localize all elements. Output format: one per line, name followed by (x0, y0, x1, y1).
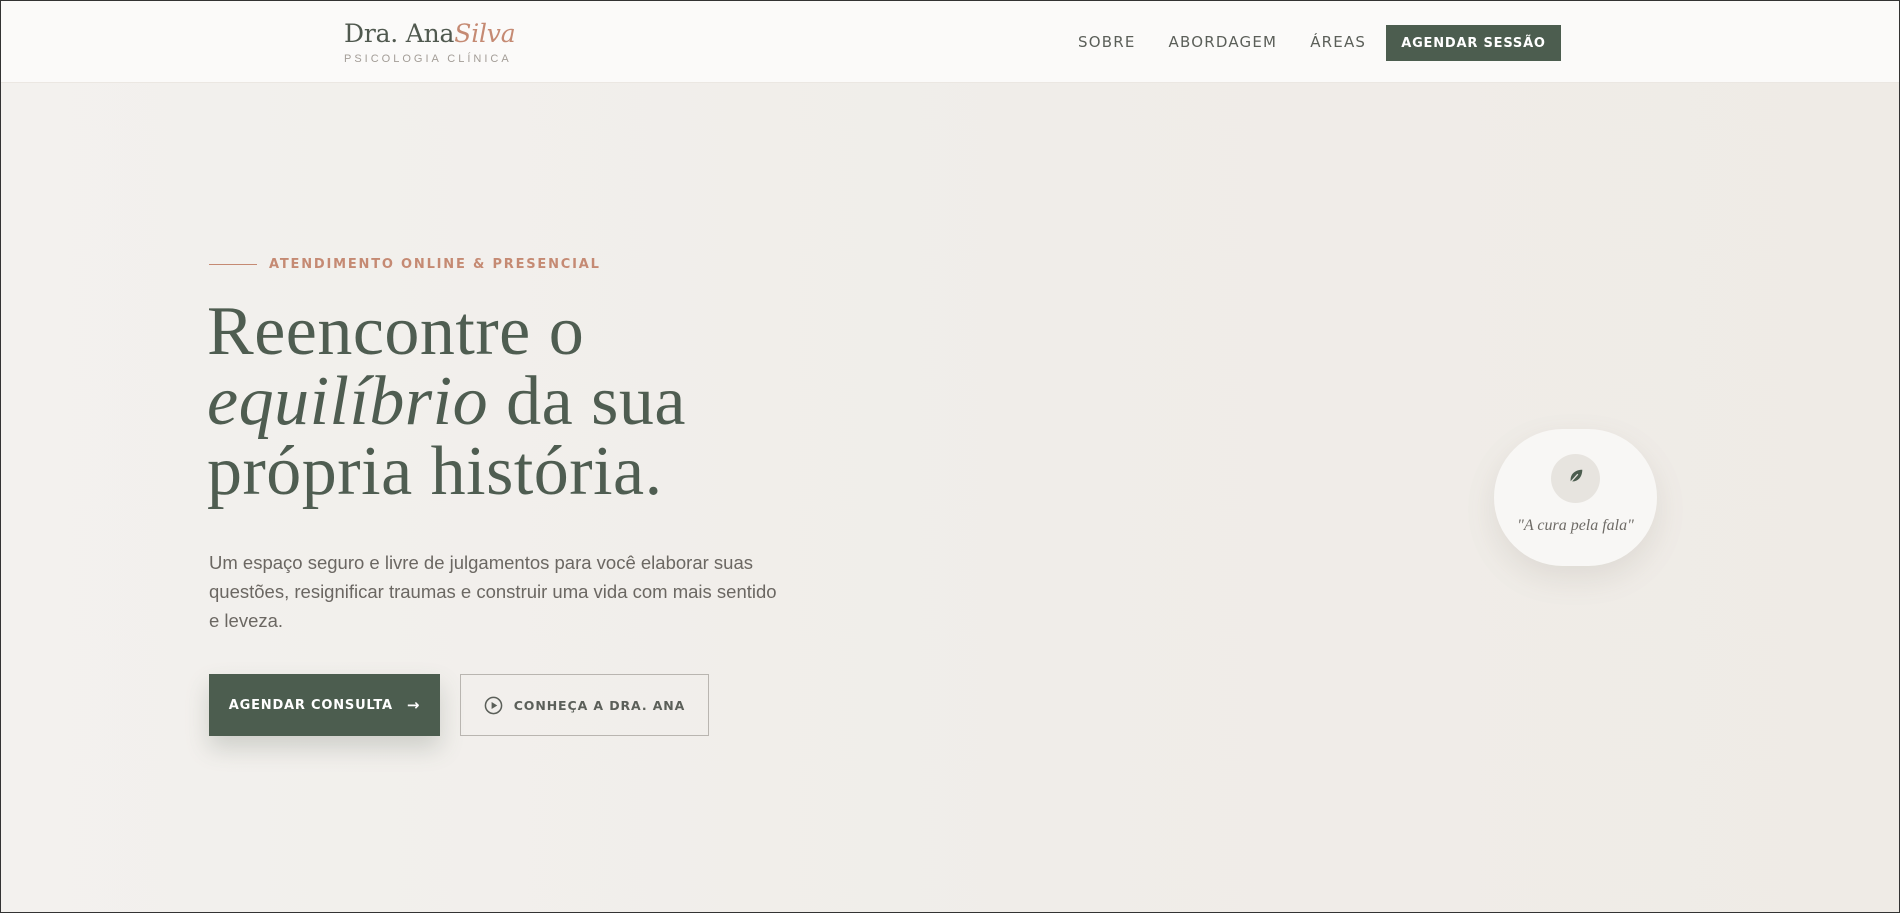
play-circle-icon (484, 696, 503, 715)
leaf-icon-container (1551, 454, 1600, 503)
meet-dra-ana-label: CONHEÇA A DRA. ANA (513, 697, 686, 713)
headline-line-1: Reencontre o (207, 293, 585, 370)
quote-badge: "A cura pela fala" (1494, 429, 1657, 566)
nav-link-areas[interactable]: ÁREAS (1310, 33, 1366, 51)
book-consultation-button[interactable]: AGENDAR CONSULTA → (209, 674, 440, 736)
nav-link-abordagem[interactable]: ABORDAGEM (1169, 33, 1278, 51)
eyebrow-divider (209, 264, 257, 265)
brand-logo[interactable]: Dra. AnaSilva PSICOLOGIA CLÍNICA (344, 19, 516, 65)
brand-name-accent: Silva (454, 19, 516, 48)
nav-links: SOBRE ABORDAGEM ÁREAS (1078, 1, 1399, 83)
top-navbar: Dra. AnaSilva PSICOLOGIA CLÍNICA SOBRE A… (1, 1, 1899, 83)
page: Dra. AnaSilva PSICOLOGIA CLÍNICA SOBRE A… (0, 0, 1900, 913)
book-consultation-label: AGENDAR CONSULTA (228, 697, 393, 713)
hero-eyebrow: ATENDIMENTO ONLINE & PRESENCIAL (209, 257, 601, 272)
hero-description: Um espaço seguro e livre de julgamentos … (209, 552, 777, 631)
brand-name-regular: Dra. Ana (344, 19, 455, 48)
schedule-session-button[interactable]: AGENDAR SESSÃO (1386, 25, 1561, 61)
headline-line-2: equilíbrio da sua (207, 367, 927, 437)
brand-subtitle: PSICOLOGIA CLÍNICA (344, 53, 512, 65)
hero-headline: Reencontre o equilíbrio da sua própria h… (207, 297, 927, 507)
arrow-right-icon: → (406, 696, 421, 714)
headline-line-3: própria história. (207, 433, 663, 510)
quote-text: "A cura pela fala" (1517, 517, 1634, 534)
brand-name: Dra. AnaSilva (344, 19, 516, 49)
leaf-icon (1567, 467, 1585, 490)
headline-line-2-rest: da sua (488, 363, 686, 440)
meet-dra-ana-button[interactable]: CONHEÇA A DRA. ANA (460, 674, 709, 736)
eyebrow-text: ATENDIMENTO ONLINE & PRESENCIAL (269, 257, 601, 272)
headline-emphasis: equilíbrio (207, 363, 489, 440)
nav-link-sobre[interactable]: SOBRE (1078, 33, 1136, 51)
